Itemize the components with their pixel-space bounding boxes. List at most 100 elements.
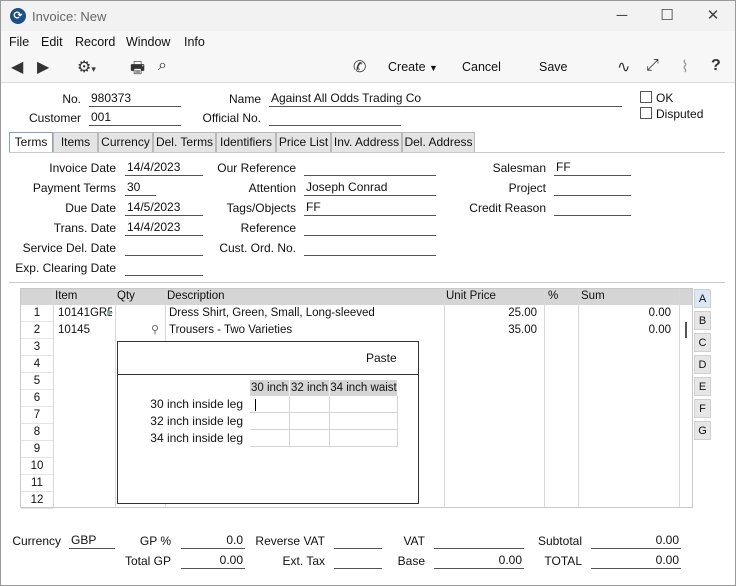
row-view-f-button[interactable]: F xyxy=(694,399,711,418)
tab-items[interactable]: Items xyxy=(53,132,98,152)
paste-button[interactable]: Paste xyxy=(366,351,397,365)
reference-label: Reference xyxy=(240,221,296,235)
grid-line xyxy=(53,289,54,507)
row2-item[interactable]: 10145 xyxy=(58,322,112,339)
row-number[interactable]: 10 xyxy=(21,458,53,475)
tab-price-list[interactable]: Price List xyxy=(276,132,331,152)
credit-reason-field[interactable] xyxy=(554,200,631,216)
create-button[interactable]: Create ▼ xyxy=(388,60,438,74)
row1-description[interactable]: Dress Shirt, Green, Small, Long-sleeved xyxy=(169,305,441,322)
row-view-a-button[interactable]: A xyxy=(694,289,711,308)
row-number[interactable]: 1 xyxy=(21,305,53,322)
menu-edit[interactable]: Edit xyxy=(41,35,63,49)
grid-scrollbar[interactable] xyxy=(685,322,687,338)
next-record-icon[interactable]: ▶ xyxy=(37,57,49,77)
tab-inv-address[interactable]: Inv. Address xyxy=(331,132,402,152)
menu-file[interactable]: File xyxy=(9,35,29,49)
matrix-cell[interactable] xyxy=(250,396,290,413)
expand-icon[interactable]: ⤢ xyxy=(646,57,659,75)
disputed-checkbox[interactable] xyxy=(640,107,652,119)
matrix-cell[interactable] xyxy=(290,396,330,413)
row-view-e-button[interactable]: E xyxy=(694,377,711,396)
official-no-field[interactable] xyxy=(269,110,401,126)
payment-terms-field[interactable]: 30 xyxy=(125,180,156,196)
matrix-cell[interactable] xyxy=(290,430,330,447)
cancel-button[interactable]: Cancel xyxy=(462,60,501,74)
row2-description[interactable]: Trousers - Two Varieties xyxy=(169,322,441,339)
name-field[interactable]: Against All Odds Trading Co xyxy=(269,91,622,107)
gear-icon[interactable]: ⚙▾ xyxy=(77,57,96,77)
row-number[interactable]: 2 xyxy=(21,322,53,339)
row1-item[interactable]: 10141GRE xyxy=(58,305,112,322)
activity-icon[interactable]: ∿ xyxy=(617,57,630,77)
row-number[interactable]: 6 xyxy=(21,390,53,407)
tags-objects-field[interactable]: FF xyxy=(304,200,436,216)
row1-sum[interactable]: 0.00 xyxy=(581,305,671,322)
print-preview-icon[interactable]: ⌕ xyxy=(158,57,167,75)
disputed-label: Disputed xyxy=(656,107,704,121)
currency-field[interactable]: GBP xyxy=(69,533,115,549)
help-icon[interactable]: ? xyxy=(711,57,721,75)
row-number[interactable]: 9 xyxy=(21,441,53,458)
ext-tax-label: Ext. Tax xyxy=(282,554,325,568)
row-number[interactable]: 8 xyxy=(21,424,53,441)
row2-unit-price[interactable]: 35.00 xyxy=(447,322,537,339)
matrix-cell[interactable] xyxy=(250,430,290,447)
row-view-c-button[interactable]: C xyxy=(694,333,711,352)
tab-del-terms[interactable]: Del. Terms xyxy=(153,132,216,152)
matrix-cell[interactable] xyxy=(250,413,290,430)
attachment-icon[interactable]: ⌇ xyxy=(681,57,689,77)
row-number[interactable]: 12 xyxy=(21,492,53,509)
row1-unit-price[interactable]: 25.00 xyxy=(447,305,537,322)
tab-identifiers[interactable]: Identifiers xyxy=(216,132,276,152)
matrix-cell[interactable] xyxy=(330,396,398,413)
row-view-g-button[interactable]: G xyxy=(694,421,711,440)
minimize-icon[interactable]: ─ xyxy=(607,5,637,27)
no-field[interactable]: 980373 xyxy=(89,91,181,107)
exp-clearing-date-field[interactable] xyxy=(125,260,203,276)
row-number[interactable]: 5 xyxy=(21,373,53,390)
printer-icon[interactable]: 🖶 xyxy=(130,57,145,84)
tab-del-address[interactable]: Del. Address xyxy=(402,132,475,152)
save-button[interactable]: Save xyxy=(539,60,568,74)
phone-icon[interactable]: ✆ xyxy=(353,57,366,77)
row-number[interactable]: 4 xyxy=(21,356,53,373)
invoice-date-field[interactable]: 14/4/2023 xyxy=(125,160,203,176)
matrix-cell[interactable] xyxy=(330,413,398,430)
row-number[interactable]: 11 xyxy=(21,475,53,492)
section-separator xyxy=(9,282,725,283)
tab-terms[interactable]: Terms xyxy=(9,132,53,153)
attention-field[interactable]: Joseph Conrad xyxy=(304,180,436,196)
ok-checkbox[interactable] xyxy=(640,91,652,103)
salesman-field[interactable]: FF xyxy=(554,160,631,176)
menu-window[interactable]: Window xyxy=(126,35,170,49)
currency-label: Currency xyxy=(12,534,61,548)
row-view-b-button[interactable]: B xyxy=(694,311,711,330)
invoice-window: ⟳ Invoice: New ─ ☐ ✕ File Edit Record Wi… xyxy=(0,0,736,586)
row-view-d-button[interactable]: D xyxy=(694,355,711,374)
menu-record[interactable]: Record xyxy=(75,35,115,49)
due-date-field[interactable]: 14/5/2023 xyxy=(125,200,203,216)
paste-special-icon[interactable]: ⚲ xyxy=(151,323,159,336)
row-number[interactable]: 3 xyxy=(21,339,53,356)
menu-info[interactable]: Info xyxy=(184,35,205,49)
customer-field[interactable]: 001 xyxy=(89,110,181,126)
gp-pct-label: GP % xyxy=(139,534,171,548)
tab-currency[interactable]: Currency xyxy=(98,132,153,152)
row-number[interactable]: 7 xyxy=(21,407,53,424)
row2-sum[interactable]: 0.00 xyxy=(581,322,671,339)
subtotal-label: Subtotal xyxy=(537,534,582,548)
matrix-cell[interactable] xyxy=(330,430,398,447)
maximize-icon[interactable]: ☐ xyxy=(652,5,682,27)
matrix-cell[interactable] xyxy=(290,413,330,430)
trans-date-field[interactable]: 14/4/2023 xyxy=(125,220,203,236)
matrix-col-header: 34 inch waist xyxy=(330,380,398,396)
name-label: Name xyxy=(228,92,261,106)
project-field[interactable] xyxy=(554,180,631,196)
cust-ord-no-field[interactable] xyxy=(304,240,436,256)
close-icon[interactable]: ✕ xyxy=(698,5,728,27)
previous-record-icon[interactable]: ◀ xyxy=(11,57,23,77)
reference-field[interactable] xyxy=(304,220,436,236)
our-reference-field[interactable] xyxy=(304,160,436,176)
service-del-date-field[interactable] xyxy=(125,240,203,256)
